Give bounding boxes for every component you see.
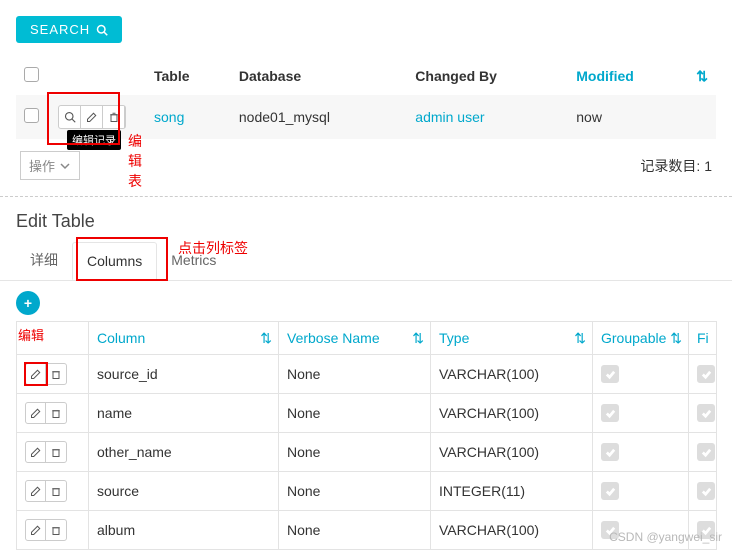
edit-icon[interactable]	[26, 442, 46, 462]
col-header-groupable[interactable]: Groupable⇅	[593, 322, 689, 355]
header-changed-by: Changed By	[407, 57, 568, 95]
search-button-label: SEARCH	[30, 22, 90, 37]
verbose-name: None	[279, 472, 431, 511]
edit-icon[interactable]	[26, 481, 46, 501]
row-action-group	[25, 363, 67, 385]
verbose-name: None	[279, 433, 431, 472]
table-row: nameNoneVARCHAR(100)	[17, 394, 717, 433]
tab-detail[interactable]: 详细	[16, 240, 72, 280]
table-row: other_nameNoneVARCHAR(100)	[17, 433, 717, 472]
edit-icon[interactable]	[26, 403, 46, 423]
groupable-checkbox[interactable]	[601, 365, 619, 383]
annotation-click-col: 点击列标签	[178, 238, 248, 258]
fi-checkbox[interactable]	[697, 443, 715, 461]
tables-list: Table Database Changed By Modified ⇅ 编辑记…	[16, 57, 716, 139]
modified-cell: now	[568, 95, 688, 139]
column-type: VARCHAR(100)	[431, 433, 593, 472]
column-name: other_name	[89, 433, 279, 472]
fi-checkbox[interactable]	[697, 482, 715, 500]
header-table: Table	[146, 57, 231, 95]
row-action-group	[25, 402, 67, 424]
table-name-link[interactable]: song	[154, 109, 184, 125]
verbose-name: None	[279, 394, 431, 433]
tab-columns[interactable]: Columns	[72, 242, 157, 280]
delete-icon[interactable]	[46, 364, 66, 384]
changed-by-link[interactable]: admin user	[415, 109, 484, 125]
edit-icon[interactable]	[26, 520, 46, 540]
groupable-checkbox[interactable]	[601, 482, 619, 500]
delete-icon[interactable]	[46, 403, 66, 423]
col-header-verbose[interactable]: Verbose Name⇅	[279, 322, 431, 355]
record-count: 记录数目: 1	[640, 156, 712, 176]
column-type: VARCHAR(100)	[431, 394, 593, 433]
header-modified[interactable]: Modified	[576, 68, 634, 84]
verbose-name: None	[279, 355, 431, 394]
col-header-type[interactable]: Type⇅	[431, 322, 593, 355]
edit-icon[interactable]	[26, 364, 46, 384]
delete-icon[interactable]	[103, 106, 125, 128]
header-database: Database	[231, 57, 407, 95]
add-column-button[interactable]: +	[16, 291, 40, 315]
chevron-down-icon	[59, 160, 71, 172]
operations-dropdown[interactable]: 操作	[20, 151, 80, 180]
delete-icon[interactable]	[46, 520, 66, 540]
col-header-column[interactable]: Column⇅	[89, 322, 279, 355]
edit-table-title: Edit Table	[0, 211, 732, 240]
search-button[interactable]: SEARCH	[16, 16, 122, 43]
row-checkbox[interactable]	[24, 108, 39, 123]
column-type: VARCHAR(100)	[431, 511, 593, 550]
verbose-name: None	[279, 511, 431, 550]
select-all-checkbox[interactable]	[24, 67, 39, 82]
fi-checkbox[interactable]	[697, 404, 715, 422]
view-icon[interactable]	[59, 106, 81, 128]
annotation-edit-table: 编辑表	[128, 131, 146, 191]
column-type: INTEGER(11)	[431, 472, 593, 511]
sort-icon[interactable]: ⇅	[696, 68, 708, 84]
column-name: name	[89, 394, 279, 433]
tabs: 详细 Columns Metrics 点击列标签	[0, 240, 732, 281]
column-name: source_id	[89, 355, 279, 394]
delete-icon[interactable]	[46, 442, 66, 462]
columns-table: Column⇅ Verbose Name⇅ Type⇅ Groupable⇅ F…	[16, 321, 717, 550]
row-action-group: 编辑记录	[58, 105, 126, 129]
divider	[0, 196, 732, 197]
row-action-group	[25, 519, 67, 541]
edit-tooltip: 编辑记录	[67, 130, 121, 150]
fi-checkbox[interactable]	[697, 365, 715, 383]
groupable-checkbox[interactable]	[601, 443, 619, 461]
groupable-checkbox[interactable]	[601, 404, 619, 422]
col-header-fi[interactable]: Fi	[689, 322, 717, 355]
watermark: CSDN @yangwei_sir	[609, 530, 722, 544]
search-icon	[96, 24, 108, 36]
row-action-group	[25, 441, 67, 463]
table-row: sourceNoneINTEGER(11)	[17, 472, 717, 511]
column-type: VARCHAR(100)	[431, 355, 593, 394]
delete-icon[interactable]	[46, 481, 66, 501]
table-row: 编辑记录 编辑表 song node01_mysql admin user no…	[16, 95, 716, 139]
edit-icon[interactable]	[81, 106, 103, 128]
operations-label: 操作	[29, 156, 55, 175]
table-row: source_idNoneVARCHAR(100)	[17, 355, 717, 394]
column-name: album	[89, 511, 279, 550]
column-name: source	[89, 472, 279, 511]
row-action-group	[25, 480, 67, 502]
database-cell: node01_mysql	[231, 95, 407, 139]
